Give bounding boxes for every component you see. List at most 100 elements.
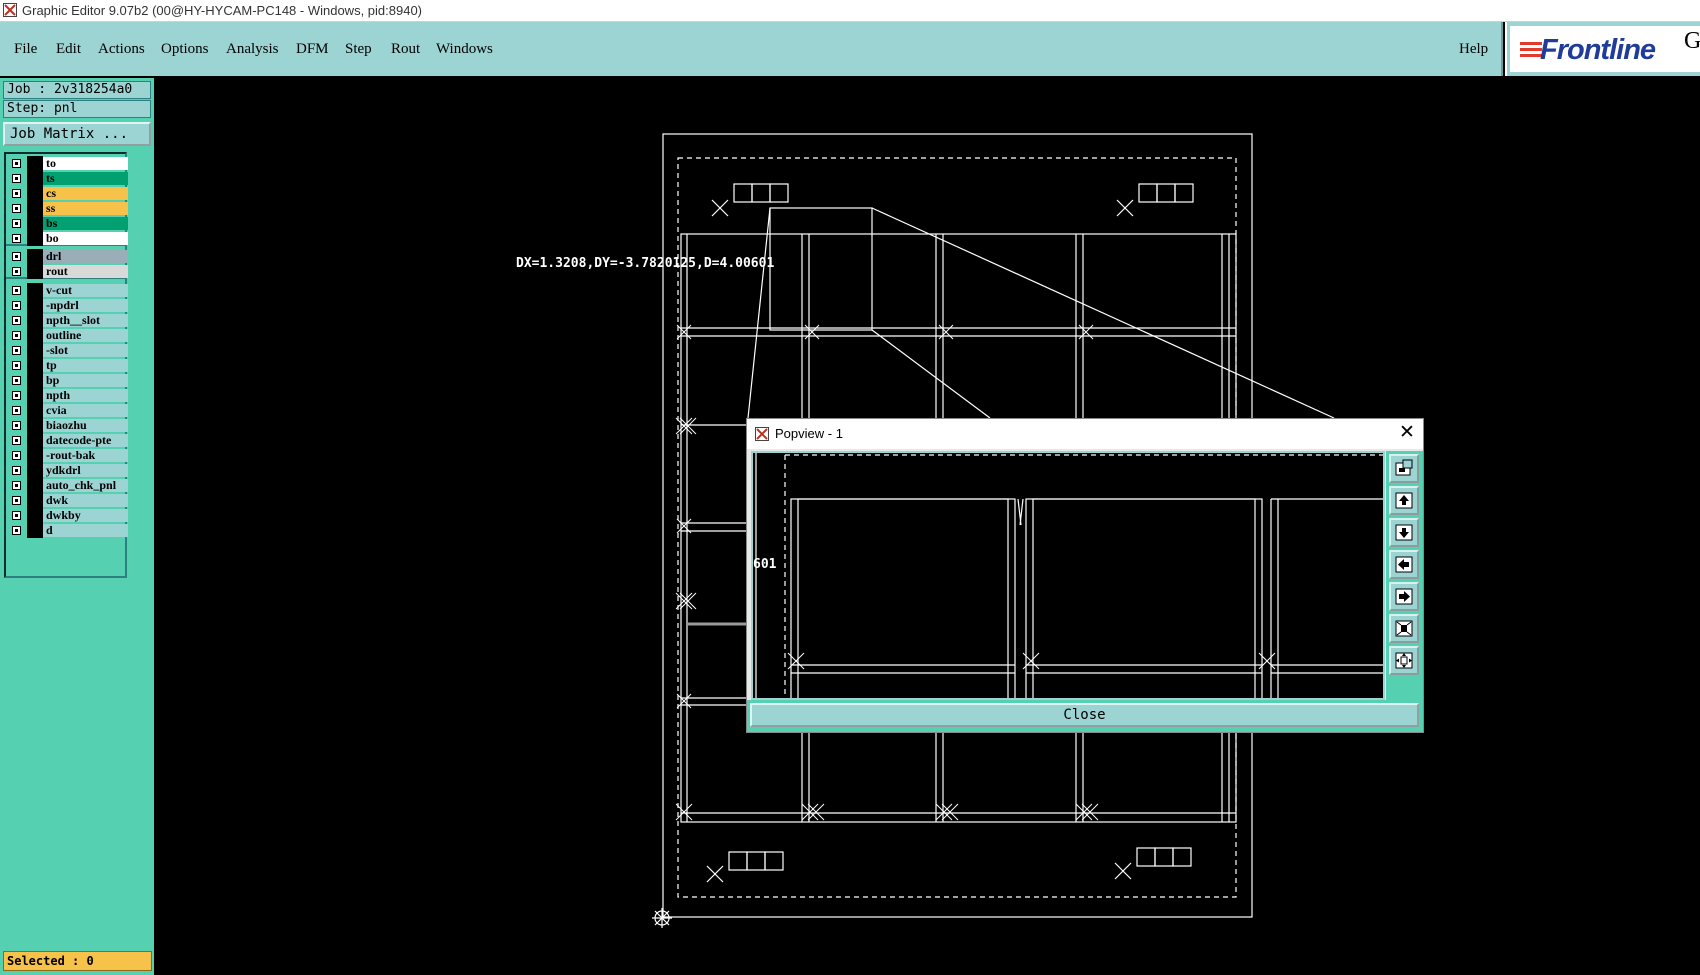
layer-row-auto-chk-pnl[interactable]: auto_chk_pnl [6, 478, 128, 493]
layer-row-v-cut[interactable]: v-cut [6, 283, 128, 298]
layer-color-swatch [27, 171, 43, 186]
popview-close-button[interactable]: Close [750, 703, 1419, 727]
layer-checkbox[interactable] [12, 466, 21, 475]
layer-row-bo[interactable]: bo [6, 231, 128, 246]
layer-checkbox[interactable] [12, 406, 21, 415]
layer-checkbox[interactable] [12, 234, 21, 243]
pan-left-button[interactable] [1389, 550, 1419, 579]
layer-row-cs[interactable]: cs [6, 186, 128, 201]
pan-right-button[interactable] [1389, 582, 1419, 611]
pan-down-button[interactable] [1389, 518, 1419, 547]
layer-color-swatch [27, 448, 43, 463]
zoom-home-button[interactable] [1389, 646, 1419, 675]
layer-checkbox[interactable] [12, 316, 21, 325]
layer-checkbox[interactable] [12, 481, 21, 490]
layer-checkbox[interactable] [12, 159, 21, 168]
layer-checkbox[interactable] [12, 361, 21, 370]
layer-checkbox[interactable] [12, 286, 21, 295]
layer-name[interactable]: auto_chk_pnl [43, 479, 128, 492]
layer-row-ydkdrl[interactable]: ydkdrl [6, 463, 128, 478]
layer-checkbox[interactable] [12, 421, 21, 430]
menu-bar: File Edit Actions Options Analysis DFM S… [0, 22, 1503, 76]
layer-row-npdrl[interactable]: -npdrl [6, 298, 128, 313]
layer-name[interactable]: -rout-bak [43, 449, 128, 462]
layer-checkbox[interactable] [12, 189, 21, 198]
menu-actions[interactable]: Actions [98, 41, 145, 58]
menu-file[interactable]: File [14, 41, 37, 58]
layer-name[interactable]: datecode-pte [43, 434, 128, 447]
layer-name[interactable]: npth [43, 389, 128, 402]
menu-analysis[interactable]: Analysis [226, 41, 279, 58]
layer-name[interactable]: cs [43, 187, 128, 200]
layer-row-ts[interactable]: ts [6, 171, 128, 186]
layer-name[interactable]: rout [43, 265, 128, 278]
layer-name[interactable]: drl [43, 250, 128, 263]
zoom-fit-button[interactable] [1389, 614, 1419, 643]
menu-help[interactable]: Help [1459, 41, 1488, 58]
close-icon[interactable]: ✕ [1397, 422, 1417, 442]
layer-name[interactable]: outline [43, 329, 128, 342]
popview-label: 601 [753, 557, 777, 572]
layer-row-npth[interactable]: npth [6, 388, 128, 403]
layer-row-to[interactable]: to [6, 156, 128, 171]
pan-up-button[interactable] [1389, 486, 1419, 515]
menu-rout[interactable]: Rout [391, 41, 420, 58]
zoom-window-button[interactable] [1389, 454, 1419, 483]
layer-name[interactable]: bo [43, 232, 128, 245]
layer-name[interactable]: dwkby [43, 509, 128, 522]
menu-step[interactable]: Step [345, 41, 372, 58]
layer-row-rout-bak[interactable]: -rout-bak [6, 448, 128, 463]
layer-row-dwk[interactable]: dwk [6, 493, 128, 508]
layer-name[interactable]: cvia [43, 404, 128, 417]
layer-name[interactable]: v-cut [43, 284, 128, 297]
layer-checkbox[interactable] [12, 346, 21, 355]
layer-name[interactable]: -npdrl [43, 299, 128, 312]
layer-checkbox[interactable] [12, 331, 21, 340]
layer-checkbox[interactable] [12, 451, 21, 460]
layer-checkbox[interactable] [12, 204, 21, 213]
layer-row-slot[interactable]: -slot [6, 343, 128, 358]
layer-checkbox[interactable] [12, 391, 21, 400]
layer-name[interactable]: bs [43, 217, 128, 230]
layer-row-dwkby[interactable]: dwkby [6, 508, 128, 523]
layer-name[interactable]: biaozhu [43, 419, 128, 432]
layer-row-drl[interactable]: drl [6, 249, 128, 264]
layer-row-bs[interactable]: bs [6, 216, 128, 231]
layer-row-rout[interactable]: rout [6, 264, 128, 279]
layer-name[interactable]: ts [43, 172, 128, 185]
layer-row-tp[interactable]: tp [6, 358, 128, 373]
layer-checkbox[interactable] [12, 267, 21, 276]
layer-row-npth-slot[interactable]: npth__slot [6, 313, 128, 328]
layer-row-cvia[interactable]: cvia [6, 403, 128, 418]
layer-name[interactable]: npth__slot [43, 314, 128, 327]
layer-name[interactable]: tp [43, 359, 128, 372]
layer-name[interactable]: bp [43, 374, 128, 387]
layer-checkbox[interactable] [12, 301, 21, 310]
layer-name[interactable]: d [43, 524, 128, 537]
layer-name[interactable]: ss [43, 202, 128, 215]
menu-edit[interactable]: Edit [56, 41, 81, 58]
layer-checkbox[interactable] [12, 526, 21, 535]
layer-name[interactable]: dwk [43, 494, 128, 507]
layer-name[interactable]: ydkdrl [43, 464, 128, 477]
popview-canvas[interactable]: 601 [751, 451, 1385, 700]
layer-row-datecode-pte[interactable]: datecode-pte [6, 433, 128, 448]
layer-checkbox[interactable] [12, 436, 21, 445]
menu-windows[interactable]: Windows [436, 41, 493, 58]
layer-checkbox[interactable] [12, 219, 21, 228]
layer-checkbox[interactable] [12, 252, 21, 261]
menu-options[interactable]: Options [161, 41, 209, 58]
layer-row-ss[interactable]: ss [6, 201, 128, 216]
layer-name[interactable]: to [43, 157, 128, 170]
layer-checkbox[interactable] [12, 511, 21, 520]
layer-checkbox[interactable] [12, 496, 21, 505]
job-matrix-button[interactable]: Job Matrix ... [3, 122, 151, 146]
layer-checkbox[interactable] [12, 376, 21, 385]
layer-name[interactable]: -slot [43, 344, 128, 357]
layer-row-d[interactable]: d [6, 523, 128, 538]
layer-row-bp[interactable]: bp [6, 373, 128, 388]
layer-row-outline[interactable]: outline [6, 328, 128, 343]
menu-dfm[interactable]: DFM [296, 41, 329, 58]
layer-checkbox[interactable] [12, 174, 21, 183]
layer-row-biaozhu[interactable]: biaozhu [6, 418, 128, 433]
